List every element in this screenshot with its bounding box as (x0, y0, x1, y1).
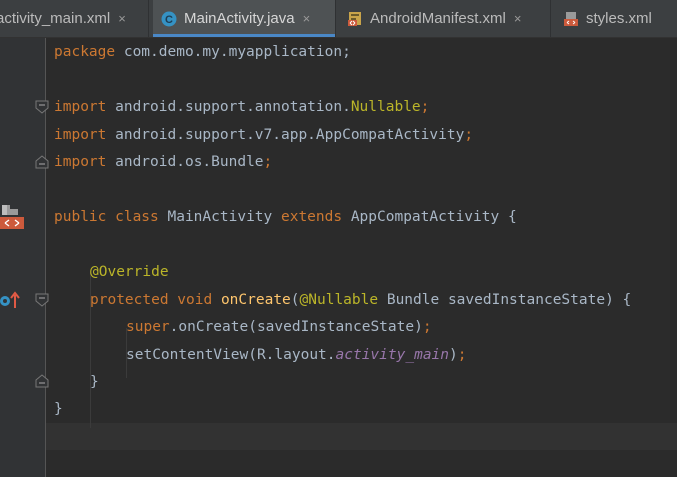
close-icon[interactable]: × (118, 12, 126, 25)
java-class-icon: C (161, 11, 177, 27)
code-line-package: package com.demo.my.myapplication; (54, 44, 351, 60)
code-line-import-nullable: import android.support.annotation.Nullab… (54, 99, 430, 115)
caret-line-highlight (46, 423, 677, 450)
tab-label: MainActivity.java (184, 10, 295, 27)
code-line-class-declaration: public class MainActivity extends AppCom… (54, 209, 517, 225)
tab-android-manifest-xml[interactable]: AndroidManifest.xml × (339, 0, 551, 37)
code-line-class-close: } (54, 401, 63, 417)
code-line-set-content-view: setContentView(R.layout.activity_main); (126, 347, 467, 363)
code-line-method-declaration: protected void onCreate(@Nullable Bundle… (90, 292, 632, 308)
tab-label: AndroidManifest.xml (370, 10, 506, 27)
code-line-override: @Override (90, 264, 169, 280)
close-icon[interactable]: × (303, 12, 311, 25)
code-line-import-bundle: import android.os.Bundle; (54, 154, 273, 170)
editor-tab-bar: activity_main.xml × C MainActivity.java … (0, 0, 677, 38)
manifest-icon (347, 11, 363, 27)
class-icon-letter: C (165, 14, 173, 26)
code-line-method-close: } (90, 374, 99, 390)
tab-styles-xml[interactable]: styles.xml (555, 0, 677, 37)
editor-gutter (0, 38, 49, 477)
xml-file-icon (563, 11, 579, 27)
code-editor[interactable]: package com.demo.my.myapplication; impor… (46, 38, 677, 477)
tab-label: activity_main.xml (0, 10, 111, 27)
tab-activity-main-xml[interactable]: activity_main.xml × (0, 0, 149, 37)
override-method-icon[interactable] (0, 290, 22, 310)
code-line-import-appcompat: import android.support.v7.app.AppCompatA… (54, 127, 474, 143)
tab-label: styles.xml (586, 10, 652, 27)
close-icon[interactable]: × (514, 12, 522, 25)
tab-main-activity-java[interactable]: C MainActivity.java × (153, 0, 336, 37)
related-layout-icon[interactable] (0, 203, 26, 231)
code-line-super-call: super.onCreate(savedInstanceState); (126, 319, 432, 335)
